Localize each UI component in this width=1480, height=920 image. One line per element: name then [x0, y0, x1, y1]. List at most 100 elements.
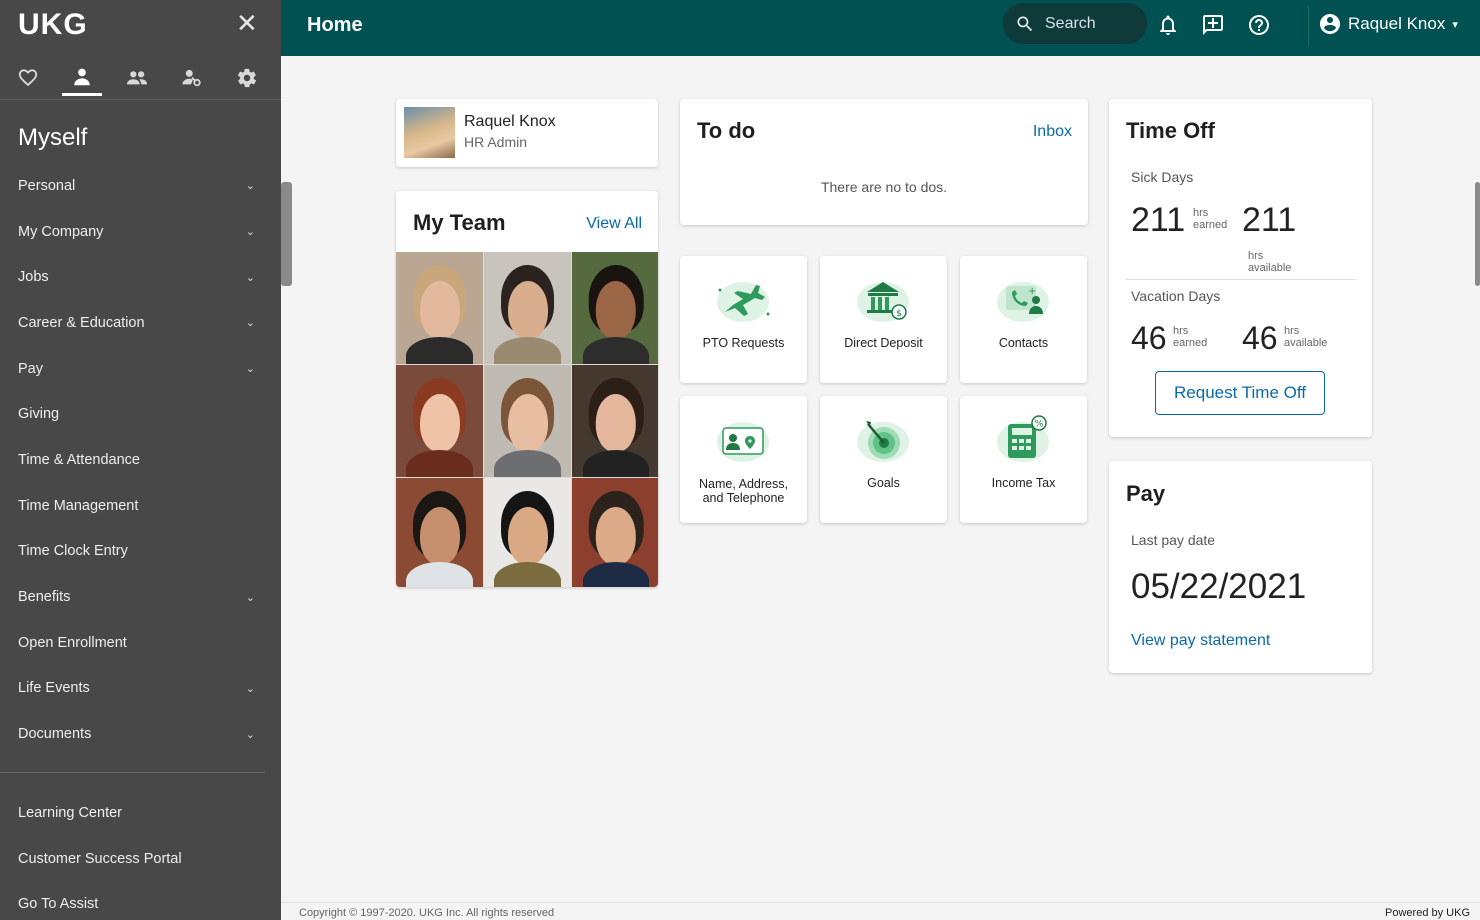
bank-icon: $: [857, 282, 909, 322]
sidebar-item-label: Pay: [18, 360, 43, 377]
sidebar-item-label: Customer Success Portal: [18, 850, 182, 867]
sick-available-value: 211: [1242, 201, 1297, 239]
team-member-photo[interactable]: [484, 252, 571, 364]
sidebar-item-label: Jobs: [18, 269, 49, 286]
tab-favorites[interactable]: [8, 60, 48, 96]
my-team-title: My Team: [413, 210, 506, 235]
chevron-down-icon: ⌄: [245, 728, 255, 741]
sidebar-item-open-enrollment[interactable]: Open Enrollment: [0, 620, 281, 666]
sidebar-item-label: Time & Attendance: [18, 451, 140, 468]
last-pay-date-value: 05/22/2021: [1131, 567, 1307, 606]
sidebar-item-label: Open Enrollment: [18, 634, 127, 651]
team-member-photo[interactable]: [572, 478, 658, 587]
chevron-down-icon: ⌄: [245, 180, 255, 193]
tile-income-tax[interactable]: % Income Tax: [960, 396, 1087, 523]
sidebar-icon-tabs: [0, 56, 281, 100]
sidebar-item-label: Go To Assist: [18, 896, 99, 913]
unit-hrs: hrs: [1173, 325, 1189, 337]
sidebar-item-jobs[interactable]: Jobs ⌄: [0, 254, 281, 300]
sick-available-unit: hrs available: [1248, 250, 1291, 274]
powered-by-text: Powered by UKG: [1385, 907, 1470, 919]
tile-pto-requests[interactable]: PTO Requests: [680, 256, 807, 383]
inbox-link[interactable]: Inbox: [1033, 123, 1072, 141]
unit-hrs: hrs: [1248, 250, 1264, 262]
page-scrollbar[interactable]: [1475, 182, 1480, 286]
sidebar-item-documents[interactable]: Documents ⌄: [0, 711, 281, 757]
team-member-photo[interactable]: [396, 365, 483, 477]
user-name: Raquel Knox: [1348, 14, 1446, 33]
view-all-link[interactable]: View All: [586, 215, 642, 233]
sidebar-item-giving[interactable]: Giving: [0, 391, 281, 437]
tab-settings[interactable]: [227, 60, 267, 96]
team-member-photo[interactable]: [396, 252, 483, 364]
time-off-card: Time Off Sick Days 211 hrs earned 211 hrs…: [1109, 99, 1372, 437]
sidebar-item-customer-success-portal[interactable]: Customer Success Portal: [0, 836, 281, 882]
tab-team[interactable]: [117, 60, 157, 96]
chevron-down-icon: ⌄: [245, 591, 255, 604]
tab-myself[interactable]: [62, 60, 102, 96]
notifications-button[interactable]: [1156, 13, 1180, 37]
person-key-icon: [182, 69, 201, 87]
team-member-photo[interactable]: [572, 365, 658, 477]
feedback-button[interactable]: [1201, 13, 1225, 37]
team-member-photo[interactable]: [572, 252, 658, 364]
tile-name-address-telephone[interactable]: Name, Address, and Telephone: [680, 396, 807, 523]
tile-contacts[interactable]: + Contacts: [960, 256, 1087, 383]
user-menu[interactable]: Raquel Knox ▾: [1318, 12, 1458, 36]
sidebar-item-time-attendance[interactable]: Time & Attendance: [0, 437, 281, 483]
tile-goals[interactable]: Goals: [820, 396, 947, 523]
airplane-icon: [717, 282, 770, 322]
tile-label: Direct Deposit: [844, 336, 923, 350]
close-icon[interactable]: ✕: [236, 8, 258, 39]
help-button[interactable]: [1247, 13, 1271, 37]
sidebar-item-benefits[interactable]: Benefits ⌄: [0, 574, 281, 620]
tile-direct-deposit[interactable]: $ Direct Deposit: [820, 256, 947, 383]
sidebar-item-label: My Company: [18, 223, 104, 240]
sidebar-item-label: Career & Education: [18, 314, 145, 331]
profile-card[interactable]: Raquel Knox HR Admin: [396, 99, 658, 167]
unit-available: available: [1284, 337, 1328, 349]
pay-card: Pay Last pay date 05/22/2021 View pay st…: [1109, 461, 1372, 673]
team-member-photo[interactable]: [484, 478, 571, 587]
bell-icon: [1160, 15, 1176, 35]
sidebar-item-label: Time Clock Entry: [18, 543, 128, 560]
ukg-logo[interactable]: UKG: [18, 8, 88, 42]
sick-earned-value: 211: [1131, 201, 1186, 239]
team-member-photo[interactable]: [396, 478, 483, 587]
unit-hrs: hrs: [1193, 207, 1209, 219]
chevron-down-icon: ⌄: [245, 682, 255, 695]
search-button[interactable]: Search: [1003, 3, 1147, 44]
tile-label: PTO Requests: [702, 336, 785, 350]
sidebar-item-personal[interactable]: Personal ⌄: [0, 163, 281, 209]
sidebar-scrollbar[interactable]: [281, 182, 292, 286]
sidebar-item-time-management[interactable]: Time Management: [0, 483, 281, 529]
chevron-down-icon: ⌄: [245, 271, 255, 284]
sidebar-item-life-events[interactable]: Life Events ⌄: [0, 666, 281, 712]
unit-available: available: [1248, 262, 1292, 274]
sidebar-item-pay[interactable]: Pay ⌄: [0, 346, 281, 392]
sidebar: UKG ✕ Myself Personal ⌄ My Company ⌄ Jobs ⌄…: [0, 0, 281, 920]
vacation-days-label: Vacation Days: [1131, 288, 1221, 304]
person-icon: [74, 68, 90, 85]
people-icon: [126, 71, 148, 85]
sidebar-item-go-to-assist[interactable]: Go To Assist: [0, 881, 281, 920]
unit-hrs: hrs: [1284, 325, 1300, 337]
sidebar-item-my-company[interactable]: My Company ⌄: [0, 209, 281, 255]
avatar: [404, 107, 455, 158]
svg-text:$: $: [896, 309, 902, 319]
sidebar-item-learning-center[interactable]: Learning Center: [0, 790, 281, 836]
sidebar-item-career-education[interactable]: Career & Education ⌄: [0, 300, 281, 346]
svg-text:+: +: [1028, 286, 1036, 297]
sidebar-item-time-clock-entry[interactable]: Time Clock Entry: [0, 529, 281, 575]
target-icon: [857, 421, 909, 462]
request-time-off-button[interactable]: Request Time Off: [1155, 371, 1325, 415]
team-member-photo[interactable]: [484, 365, 571, 477]
footer: Copyright © 1997-2020. UKG Inc. All righ…: [281, 902, 1480, 920]
view-pay-statement-link[interactable]: View pay statement: [1131, 632, 1270, 650]
tab-admin[interactable]: [172, 60, 212, 96]
vacation-available-value: 46: [1242, 320, 1278, 356]
time-off-title: Time Off: [1126, 118, 1215, 143]
sidebar-item-label: Time Management: [18, 497, 139, 514]
heart-icon: [18, 69, 38, 87]
page-title: Home: [307, 14, 363, 36]
